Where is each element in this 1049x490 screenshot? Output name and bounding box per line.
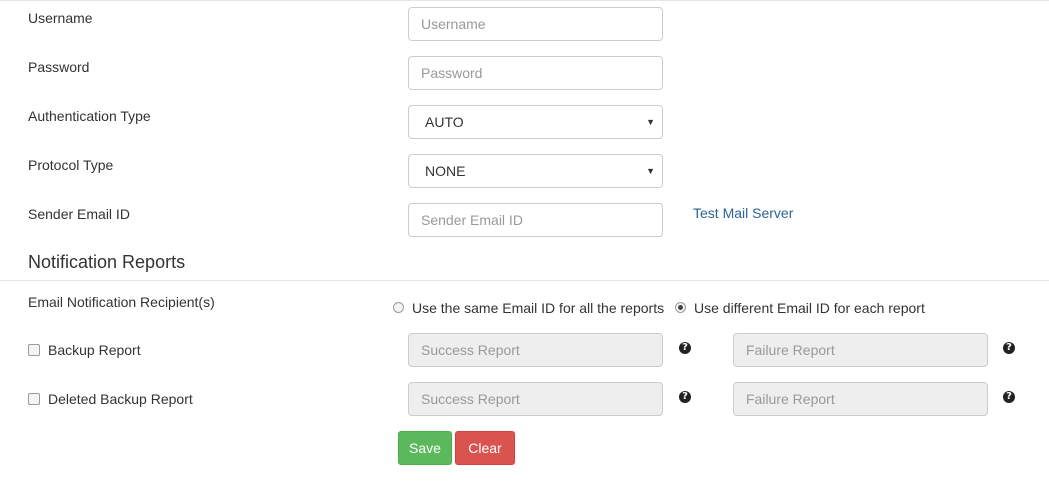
deleted-backup-report-label: Deleted Backup Report bbox=[48, 391, 193, 407]
radio-different-email[interactable] bbox=[675, 302, 686, 313]
question-circle-icon[interactable]: ? bbox=[1003, 342, 1015, 354]
sender-email-label: Sender Email ID bbox=[28, 206, 130, 222]
backup-report-label: Backup Report bbox=[48, 342, 141, 358]
test-mail-server-link[interactable]: Test Mail Server bbox=[693, 205, 793, 221]
backup-report-checkbox[interactable] bbox=[28, 344, 40, 356]
recipients-label: Email Notification Recipient(s) bbox=[28, 294, 215, 310]
username-input[interactable] bbox=[408, 7, 663, 41]
password-label: Password bbox=[28, 59, 90, 75]
protocol-type-label: Protocol Type bbox=[28, 157, 114, 173]
top-divider bbox=[0, 0, 1049, 1]
clear-button[interactable]: Clear bbox=[455, 431, 515, 465]
backup-failure-report-input[interactable] bbox=[733, 333, 988, 367]
section-divider bbox=[0, 280, 1049, 281]
backup-success-report-input[interactable] bbox=[408, 333, 663, 367]
deleted-backup-report-checkbox[interactable] bbox=[28, 393, 40, 405]
notification-reports-heading: Notification Reports bbox=[28, 252, 186, 272]
username-label: Username bbox=[28, 10, 93, 26]
auth-type-value: AUTO bbox=[425, 114, 464, 130]
question-circle-icon[interactable]: ? bbox=[679, 342, 691, 354]
radio-same-email[interactable] bbox=[393, 302, 404, 313]
caret-down-icon: ▼ bbox=[646, 166, 655, 176]
password-input[interactable] bbox=[408, 56, 663, 90]
auth-type-select[interactable]: AUTO ▼ bbox=[408, 105, 663, 139]
protocol-type-select[interactable]: NONE ▼ bbox=[408, 154, 663, 188]
deleted-failure-report-input[interactable] bbox=[733, 382, 988, 416]
protocol-type-value: NONE bbox=[425, 163, 466, 179]
save-button[interactable]: Save bbox=[398, 431, 452, 465]
question-circle-icon[interactable]: ? bbox=[1003, 391, 1015, 403]
auth-type-label: Authentication Type bbox=[28, 108, 151, 124]
sender-email-input[interactable] bbox=[408, 203, 663, 237]
radio-different-email-label: Use different Email ID for each report bbox=[694, 300, 925, 316]
radio-same-email-label: Use the same Email ID for all the report… bbox=[412, 300, 665, 316]
caret-down-icon: ▼ bbox=[646, 117, 655, 127]
question-circle-icon[interactable]: ? bbox=[679, 391, 691, 403]
deleted-success-report-input[interactable] bbox=[408, 382, 663, 416]
